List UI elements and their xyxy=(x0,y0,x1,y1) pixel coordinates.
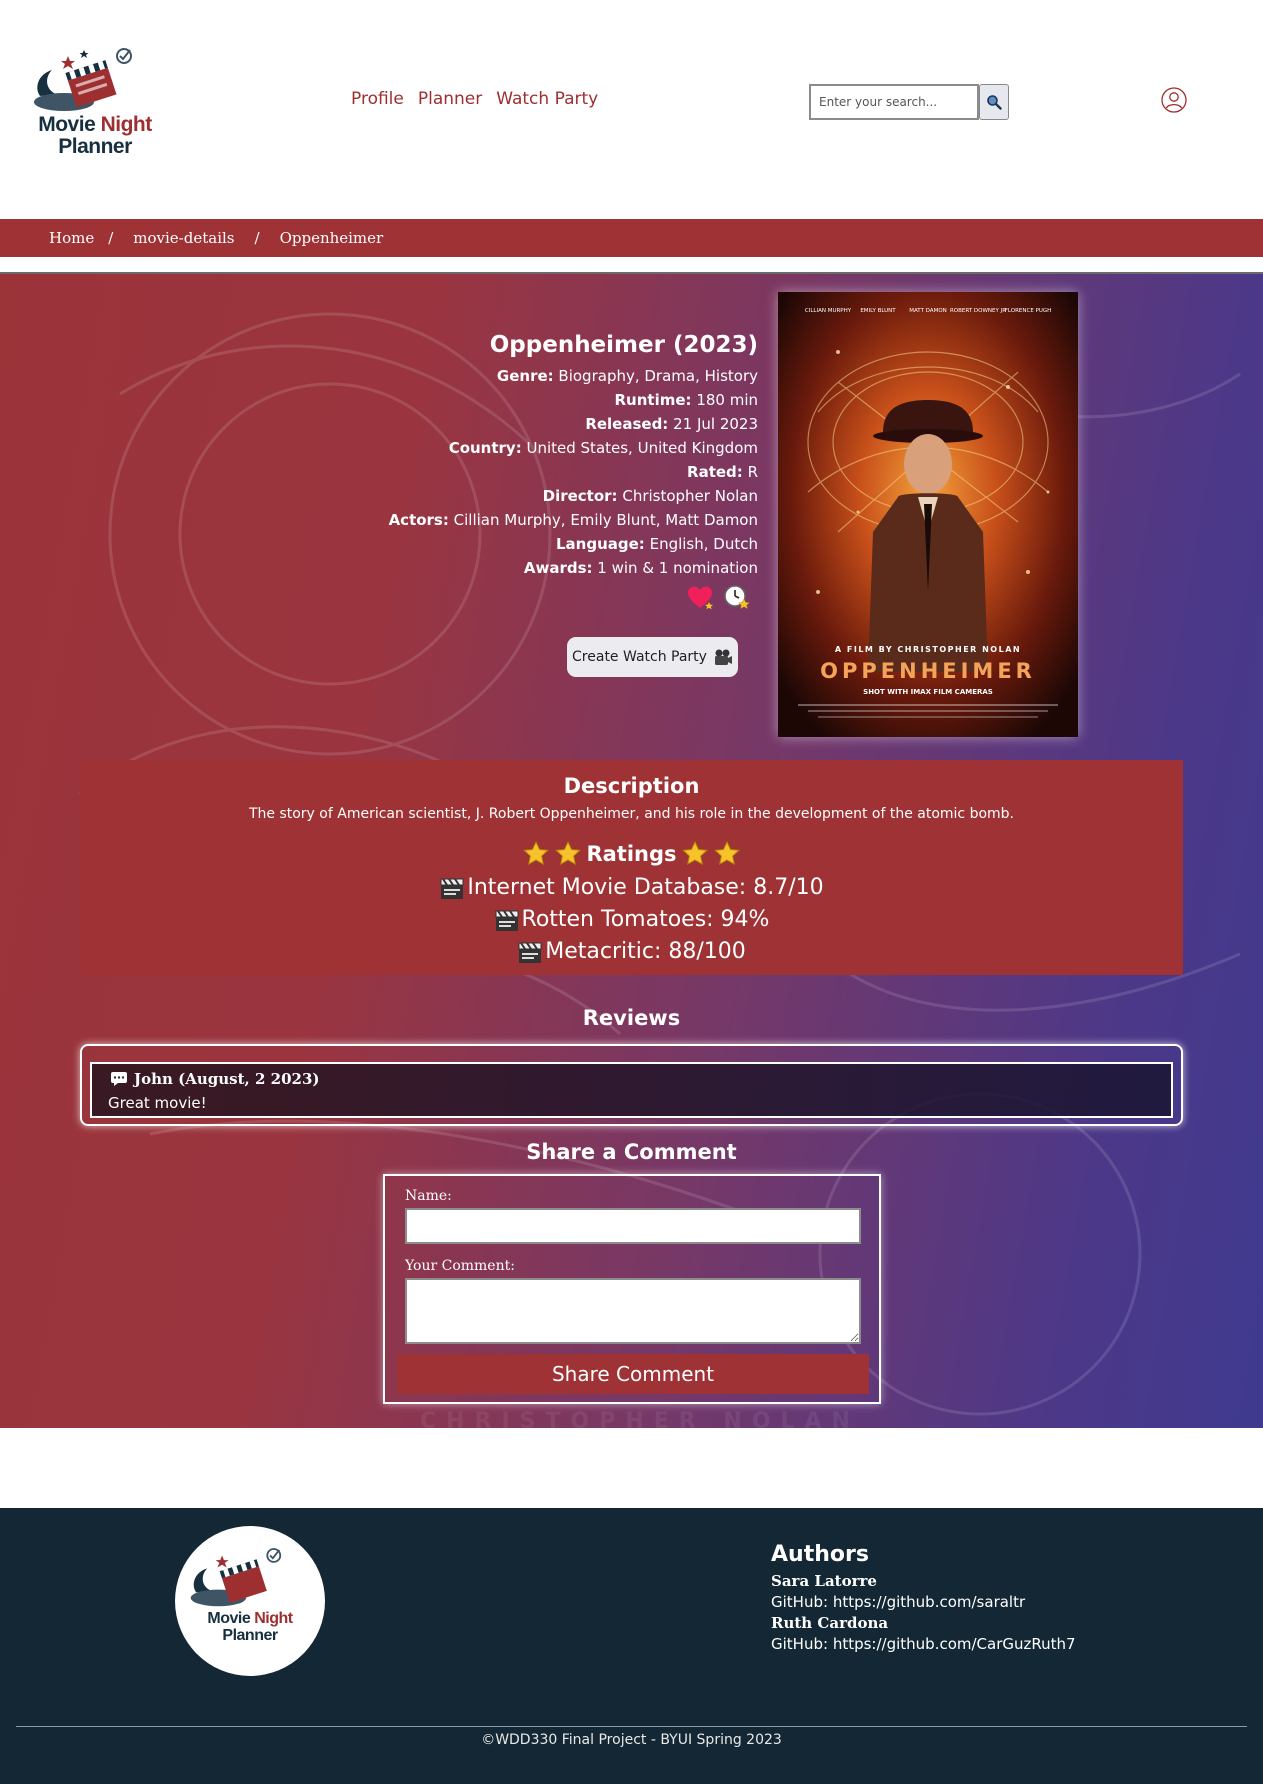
movie-camera-icon xyxy=(714,649,732,665)
description-title: Description xyxy=(563,774,700,798)
svg-text:EMILY BLUNT: EMILY BLUNT xyxy=(860,308,896,314)
movie-actions xyxy=(687,584,751,612)
nav-watch-party-link[interactable]: Watch Party xyxy=(496,89,598,109)
svg-text:MATT DAMON: MATT DAMON xyxy=(909,308,947,314)
rating-imdb: Internet Movie Database: 8.7/10 xyxy=(80,875,1183,900)
copyright-text: ©WDD330 Final Project - BYUI Spring 2023 xyxy=(481,1732,782,1748)
star-icon xyxy=(555,840,582,866)
create-watch-party-label: Create Watch Party xyxy=(572,649,707,665)
user-profile-icon[interactable] xyxy=(1161,87,1187,113)
logo-icon xyxy=(190,1548,282,1607)
clapperboard-icon xyxy=(495,909,519,931)
name-label: Name: xyxy=(405,1188,452,1204)
author-github: GitHub: https://github.com/CarGuzRuth7 xyxy=(771,1635,1076,1653)
description-text: The story of American scientist, J. Robe… xyxy=(248,806,1015,822)
site-header: Movie Night Planner Profile Planner Watc… xyxy=(0,0,1263,219)
logo-word-planner: Planner xyxy=(58,135,132,158)
movie-released: Released: 21 Jul 2023 xyxy=(585,415,758,433)
clapperboard-icon xyxy=(518,941,542,963)
review-item: John (August, 2 2023) Great movie! xyxy=(90,1062,1173,1118)
reviews-title: Reviews xyxy=(582,1006,681,1030)
nav-planner-link[interactable]: Planner xyxy=(418,89,482,109)
movie-rated: Rated: R xyxy=(687,463,758,481)
svg-text:FLORENCE PUGH: FLORENCE PUGH xyxy=(1005,308,1052,314)
poster-subtitle: SHOT WITH IMAX FILM CAMERAS xyxy=(863,688,993,696)
name-field[interactable] xyxy=(405,1208,861,1244)
author-name: Sara Latorre xyxy=(771,1572,877,1590)
create-watch-party-button[interactable]: Create Watch Party xyxy=(567,637,738,677)
star-icon xyxy=(713,840,740,866)
breadcrumb-home[interactable]: Home xyxy=(49,229,94,247)
review-header: John (August, 2 2023) xyxy=(110,1070,320,1088)
poster-credits: CILLIAN MURPHY EMILY BLUNT MATT DAMON RO… xyxy=(805,308,1051,314)
breadcrumb-movie-details[interactable]: movie-details xyxy=(133,229,234,247)
add-watchlist-clock-icon[interactable] xyxy=(723,584,751,612)
site-logo[interactable]: Movie Night Planner xyxy=(30,44,160,164)
comment-field[interactable] xyxy=(405,1278,861,1344)
movie-awards: Awards: 1 win & 1 nomination xyxy=(523,559,758,577)
movie-genre: Genre: Biography, Drama, History xyxy=(496,367,758,385)
nav-profile-link[interactable]: Profile xyxy=(351,89,404,109)
authors-title: Authors xyxy=(771,1542,869,1567)
logo-word-night: Night xyxy=(100,113,153,136)
movie-actors: Actors: Cillian Murphy, Emily Blunt, Mat… xyxy=(388,511,758,529)
clapperboard-icon xyxy=(440,877,464,899)
site-footer: Movie Night Planner Authors Sara Latorre… xyxy=(0,1508,1263,1784)
poster-tagline: A FILM BY CHRISTOPHER NOLAN xyxy=(835,645,1021,654)
search-button[interactable] xyxy=(979,84,1009,120)
add-favorite-heart-icon[interactable] xyxy=(687,584,715,612)
movie-country: Country: United States, United Kingdom xyxy=(448,439,758,457)
logo-text: Movie Night Planner xyxy=(207,1610,293,1644)
movie-title: Oppenheimer (2023) xyxy=(489,332,758,358)
author-name: Ruth Cardona xyxy=(771,1614,889,1632)
logo-icon xyxy=(34,48,132,111)
breadcrumb-current: Oppenheimer xyxy=(279,229,384,247)
search-input[interactable] xyxy=(809,84,979,120)
footer-divider xyxy=(16,1726,1247,1727)
description-section: Description The story of American scient… xyxy=(80,760,1183,975)
search-icon xyxy=(987,95,1002,110)
logo-text: Movie Night Planner xyxy=(30,114,160,158)
rating-metacritic: Metacritic: 88/100 xyxy=(80,939,1183,964)
movie-language: Language: English, Dutch xyxy=(556,535,758,553)
authors-section: Authors Sara Latorre GitHub: https://git… xyxy=(771,1542,1076,1655)
movie-poster: CILLIAN MURPHY EMILY BLUNT MATT DAMON RO… xyxy=(778,292,1078,737)
logo-word-movie: Movie xyxy=(38,113,96,136)
poster-image: CILLIAN MURPHY EMILY BLUNT MATT DAMON RO… xyxy=(778,292,1078,737)
star-icon xyxy=(523,840,550,866)
review-text: Great movie! xyxy=(108,1094,207,1112)
comment-label: Your Comment: xyxy=(405,1258,515,1274)
share-comment-form: Name: Your Comment: Share Comment xyxy=(383,1174,881,1404)
review-author: John (August, 2 2023) xyxy=(134,1070,320,1088)
speech-bubble-icon xyxy=(111,1072,127,1086)
author-github-link[interactable]: https://github.com/saraltr xyxy=(833,1593,1025,1611)
hero-watermark-text: CHRISTOPHER NOLAN xyxy=(420,1409,860,1428)
svg-text:ROBERT DOWNEY JR: ROBERT DOWNEY JR xyxy=(950,308,1006,314)
svg-text:CILLIAN MURPHY: CILLIAN MURPHY xyxy=(805,308,852,314)
rating-rotten-tomatoes: Rotten Tomatoes: 94% xyxy=(80,907,1183,932)
movie-director: Director: Christopher Nolan xyxy=(542,487,758,505)
poster-title: OPPENHEIMER xyxy=(820,659,1036,683)
breadcrumb: Home / movie-details / Oppenheimer xyxy=(0,219,1263,257)
ratings-title-text: Ratings xyxy=(586,842,677,866)
breadcrumb-separator: / xyxy=(254,229,260,247)
author-github-link[interactable]: https://github.com/CarGuzRuth7 xyxy=(833,1635,1076,1653)
share-comment-button[interactable]: Share Comment xyxy=(397,1354,869,1394)
author-github: GitHub: https://github.com/saraltr xyxy=(771,1593,1026,1611)
ratings-title: Ratings xyxy=(80,840,1183,868)
movie-info: Oppenheimer (2023) Genre: Biography, Dra… xyxy=(389,332,758,580)
share-comment-title: Share a Comment xyxy=(526,1140,737,1164)
movie-runtime: Runtime: 180 min xyxy=(614,391,759,409)
main-nav: Profile Planner Watch Party xyxy=(351,89,598,109)
search-bar xyxy=(809,84,1009,120)
movie-hero: CHRISTOPHER NOLAN Oppenheimer (2023) Gen… xyxy=(0,272,1263,1428)
footer-logo: Movie Night Planner xyxy=(175,1526,325,1676)
star-icon xyxy=(681,840,708,866)
breadcrumb-separator: / xyxy=(108,229,114,247)
reviews-list: John (August, 2 2023) Great movie! xyxy=(80,1044,1183,1126)
